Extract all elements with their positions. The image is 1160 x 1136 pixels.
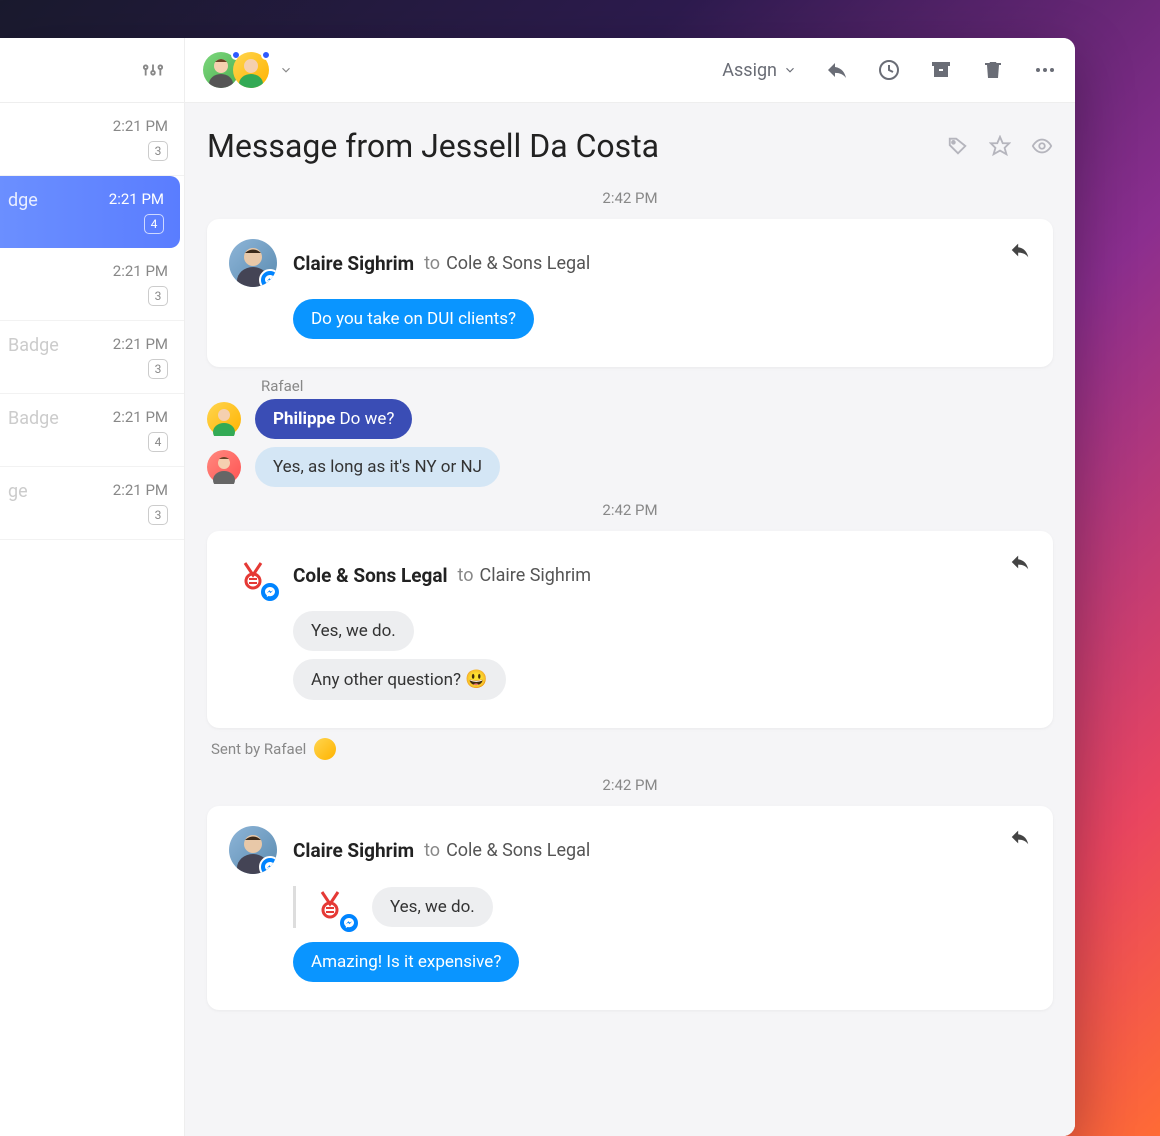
sender-name: Cole & Sons Legal: [293, 564, 448, 587]
sender-name: Claire Sighrim: [293, 252, 414, 275]
chevron-down-icon[interactable]: [279, 63, 293, 77]
comment-text: Do we?: [335, 409, 394, 429]
tag-icon[interactable]: [947, 135, 969, 157]
sent-by-avatar: [314, 738, 336, 760]
internal-comment-bubble: Yes, as long as it's NY or NJ: [255, 447, 500, 487]
quoted-sender-icon: [312, 886, 354, 928]
timestamp: 2:42 PM: [207, 189, 1053, 207]
sender-avatar[interactable]: [229, 826, 277, 874]
conversation-label: Badge: [8, 335, 59, 357]
conversation-count-badge: 4: [148, 432, 168, 452]
assign-label: Assign: [722, 60, 777, 81]
more-options-icon[interactable]: [1033, 58, 1057, 82]
recipient-name: Cole & Sons Legal: [446, 840, 590, 861]
snooze-clock-icon[interactable]: [877, 58, 901, 82]
conversation-item[interactable]: Badge 2:21 PM 3: [0, 321, 184, 394]
conversation-label: dge: [8, 190, 38, 212]
message-bubble: Do you take on DUI clients?: [293, 299, 534, 339]
conversation-count-badge: 4: [144, 214, 164, 234]
conversation-count-badge: 3: [148, 505, 168, 525]
sender-avatar[interactable]: [229, 551, 277, 599]
messenger-channel-icon: [338, 912, 360, 934]
to-label: to: [458, 565, 474, 586]
message-header: Cole & Sons Legal to Claire Sighrim: [229, 551, 1031, 599]
title-row: Message from Jessell Da Costa: [207, 127, 1053, 165]
main-panel: Assign Message from Jessell Da Costa 2:4…: [185, 38, 1075, 1136]
reply-icon[interactable]: [1009, 551, 1031, 573]
messenger-channel-icon: [259, 581, 281, 603]
assign-button[interactable]: Assign: [722, 60, 797, 81]
smile-emoji-icon: 😃: [465, 669, 487, 690]
sender-avatar[interactable]: [229, 239, 277, 287]
recipient-name: Cole & Sons Legal: [446, 253, 590, 274]
message-card: Claire Sighrim to Cole & Sons Legal Yes,…: [207, 806, 1053, 1010]
conversation-sidebar: 2:21 PM 3 dge 2:21 PM 4 2:21 PM 3 Badge …: [0, 38, 185, 1136]
reply-icon[interactable]: [825, 58, 849, 82]
conversation-item[interactable]: Badge 2:21 PM 4: [0, 394, 184, 467]
sent-by-label: Sent by Rafael: [211, 738, 1053, 760]
reply-icon[interactable]: [1009, 826, 1031, 848]
chevron-down-icon: [783, 63, 797, 77]
mention: Philippe: [273, 409, 335, 429]
topbar: Assign: [185, 38, 1075, 103]
sender-name: Claire Sighrim: [293, 839, 414, 862]
message-bubble: Any other question? 😃: [293, 659, 506, 700]
timestamp: 2:42 PM: [207, 501, 1053, 519]
trash-icon[interactable]: [981, 58, 1005, 82]
filter-settings-icon[interactable]: [142, 59, 164, 81]
conversation-content: Message from Jessell Da Costa 2:42 PM Cl: [185, 103, 1075, 1136]
conversation-list: 2:21 PM 3 dge 2:21 PM 4 2:21 PM 3 Badge …: [0, 103, 184, 540]
message-header: Claire Sighrim to Cole & Sons Legal: [229, 239, 1031, 287]
message-header: Claire Sighrim to Cole & Sons Legal: [229, 826, 1031, 874]
conversation-item-selected[interactable]: dge 2:21 PM 4: [0, 176, 180, 248]
conversation-item[interactable]: 2:21 PM 3: [0, 103, 184, 176]
messenger-channel-icon: [259, 856, 277, 874]
conversation-time: 2:21 PM: [8, 481, 168, 499]
conversation-time: 2:21 PM: [8, 117, 168, 135]
quoted-bubble: Yes, we do.: [372, 887, 493, 927]
timestamp: 2:42 PM: [207, 776, 1053, 794]
internal-comment-bubble: Philippe Do we?: [255, 399, 412, 439]
message-card: Claire Sighrim to Cole & Sons Legal Do y…: [207, 219, 1053, 367]
to-label: to: [424, 840, 440, 861]
status-dot-icon: [261, 50, 271, 60]
assignee-avatar-2[interactable]: [233, 52, 269, 88]
messenger-channel-icon: [259, 269, 277, 287]
reply-icon[interactable]: [1009, 239, 1031, 261]
conversation-item[interactable]: ge 2:21 PM 3: [0, 467, 184, 540]
conversation-count-badge: 3: [148, 141, 168, 161]
internal-comments: Rafael Philippe Do we? Yes, as long as i…: [207, 377, 1053, 487]
visibility-icon[interactable]: [1031, 135, 1053, 157]
recipient-name: Claire Sighrim: [480, 565, 592, 586]
bubble-text: Any other question?: [311, 670, 465, 690]
commenter-avatar[interactable]: [207, 402, 241, 436]
conversation-count-badge: 3: [148, 286, 168, 306]
message-bubble: Amazing! Is it expensive?: [293, 942, 519, 982]
conversation-label: ge: [8, 481, 28, 503]
sidebar-header: [0, 38, 184, 103]
message-card: Cole & Sons Legal to Claire Sighrim Yes,…: [207, 531, 1053, 728]
conversation-time: 2:21 PM: [8, 262, 168, 280]
star-icon[interactable]: [989, 135, 1011, 157]
quoted-reply: Yes, we do.: [293, 886, 1031, 928]
comment-author: Rafael: [261, 377, 1053, 395]
conversation-count-badge: 3: [148, 359, 168, 379]
conversation-label: Badge: [8, 408, 59, 430]
conversation-item[interactable]: 2:21 PM 3: [0, 248, 184, 321]
app-window: 2:21 PM 3 dge 2:21 PM 4 2:21 PM 3 Badge …: [0, 38, 1075, 1136]
message-bubble: Yes, we do.: [293, 611, 414, 651]
page-title: Message from Jessell Da Costa: [207, 127, 927, 165]
archive-icon[interactable]: [929, 58, 953, 82]
to-label: to: [424, 253, 440, 274]
commenter-avatar[interactable]: [207, 450, 241, 484]
